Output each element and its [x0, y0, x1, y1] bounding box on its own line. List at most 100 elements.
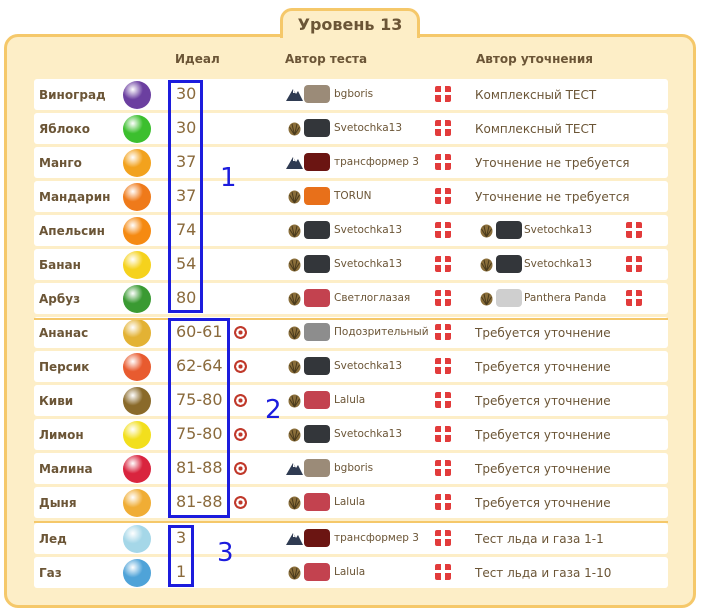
table-row: Газ 1 Lalula Тест льда и газа 1-10 [34, 557, 668, 588]
target-icon [234, 496, 247, 509]
table-row: Банан 54 Svetochka13 Svetochka13 [34, 249, 668, 280]
table-row: Апельсин 74 Svetochka13 Svetochka13 [34, 215, 668, 246]
header-ideal: Идеал [175, 52, 220, 66]
target-icon [234, 394, 247, 407]
gift-icon[interactable] [435, 188, 451, 204]
clan-icon [304, 529, 330, 547]
test-author-link[interactable]: Светлоглазая [334, 292, 410, 304]
rank-icon [286, 393, 303, 408]
fruit-name: Арбуз [39, 292, 81, 306]
rank-icon [286, 291, 303, 306]
clarification-text: Требуется уточнение [475, 326, 611, 340]
fruit-icon [123, 353, 151, 381]
fruit-icon [123, 115, 151, 143]
rank-icon [286, 121, 303, 136]
clarification-text: Уточнение не требуется [475, 156, 630, 170]
rank-icon [286, 189, 303, 204]
fruit-name: Манго [39, 156, 82, 170]
gift-icon[interactable] [626, 256, 642, 272]
clan-icon [304, 255, 330, 273]
clan-icon [304, 221, 330, 239]
clarification-text: Уточнение не требуется [475, 190, 630, 204]
table-row: Малина 81-88 bgboris Требуется уточнение [34, 453, 668, 484]
test-author-link[interactable]: Подозрительный [334, 326, 429, 338]
fruit-name: Мандарин [39, 190, 111, 204]
table-row: Мандарин 37 TORUN Уточнение не требуется [34, 181, 668, 212]
gift-icon[interactable] [435, 530, 451, 546]
clarify-author-link[interactable]: Svetochka13 [524, 258, 592, 270]
gift-icon[interactable] [435, 154, 451, 170]
gift-icon[interactable] [435, 86, 451, 102]
test-author-link[interactable]: трансформер 3 [334, 156, 419, 168]
test-author-link[interactable]: Svetochka13 [334, 428, 402, 440]
test-author-link[interactable]: Svetochka13 [334, 258, 402, 270]
gift-icon[interactable] [435, 358, 451, 374]
gift-icon[interactable] [435, 290, 451, 306]
target-icon [234, 428, 247, 441]
clarification-text: Требуется уточнение [475, 462, 611, 476]
rank-icon [478, 257, 495, 272]
clan-icon [304, 357, 330, 375]
rank-icon [286, 565, 303, 580]
clan-icon [304, 459, 330, 477]
clan-icon [304, 391, 330, 409]
fruit-name: Ананас [39, 326, 89, 340]
gift-icon[interactable] [435, 460, 451, 476]
test-author-link[interactable]: bgboris [334, 462, 373, 474]
clarify-author-link[interactable]: Svetochka13 [524, 224, 592, 236]
table-row: Яблоко 30 Svetochka13 Комплексный ТЕСТ [34, 113, 668, 144]
fruit-icon [123, 217, 151, 245]
test-author-link[interactable]: Svetochka13 [334, 224, 402, 236]
clan-icon [496, 221, 522, 239]
clan-icon [304, 323, 330, 341]
test-author-link[interactable]: Lalula [334, 566, 365, 578]
fruit-name: Малина [39, 462, 93, 476]
rank-icon [286, 155, 303, 170]
test-author-link[interactable]: Svetochka13 [334, 360, 402, 372]
clan-icon [304, 493, 330, 511]
fruit-icon [123, 183, 151, 211]
gift-icon[interactable] [435, 494, 451, 510]
test-author-link[interactable]: Lalula [334, 394, 365, 406]
rank-icon [478, 291, 495, 306]
fruit-icon [123, 319, 151, 347]
fruit-name: Яблоко [39, 122, 91, 136]
gift-icon[interactable] [435, 426, 451, 442]
clarification-text: Требуется уточнение [475, 360, 611, 374]
group-separator [34, 318, 668, 320]
fruit-icon [123, 421, 151, 449]
fruit-name: Газ [39, 566, 62, 580]
table-row: Ананас 60-61 Подозрительный Требуется уточн… [34, 317, 668, 348]
gift-icon[interactable] [435, 120, 451, 136]
level-title: Уровень 13 [280, 8, 420, 38]
clan-icon [304, 563, 330, 581]
rank-icon [286, 531, 303, 546]
gift-icon[interactable] [435, 222, 451, 238]
table-row: Киви 75-80 Lalula Требуется уточнение [34, 385, 668, 416]
rank-icon [286, 495, 303, 510]
gift-icon[interactable] [435, 256, 451, 272]
test-author-link[interactable]: Lalula [334, 496, 365, 508]
gift-icon[interactable] [626, 222, 642, 238]
gift-icon[interactable] [435, 392, 451, 408]
gift-icon[interactable] [626, 290, 642, 306]
clan-icon [304, 85, 330, 103]
group-2-label: 2 [265, 395, 282, 425]
table-row: Лимон 75-80 Svetochka13 Требуется уточнение [34, 419, 668, 450]
fruit-name: Виноград [39, 88, 106, 102]
table-row: Персик 62-64 Svetochka13 Требуется уточнени… [34, 351, 668, 382]
fruit-name: Киви [39, 394, 74, 408]
fruit-icon [123, 559, 151, 587]
fruit-icon [123, 489, 151, 517]
clarify-author-link[interactable]: Panthera Panda [524, 292, 606, 304]
clan-icon [304, 153, 330, 171]
gift-icon[interactable] [435, 324, 451, 340]
test-author-link[interactable]: bgboris [334, 88, 373, 100]
clarification-text: Комплексный ТЕСТ [475, 88, 597, 102]
test-author-link[interactable]: Svetochka13 [334, 122, 402, 134]
test-author-link[interactable]: TORUN [334, 190, 372, 202]
test-author-link[interactable]: трансформер 3 [334, 532, 419, 544]
group-1-box [168, 80, 203, 313]
group-3-label: 3 [217, 538, 234, 568]
gift-icon[interactable] [435, 564, 451, 580]
